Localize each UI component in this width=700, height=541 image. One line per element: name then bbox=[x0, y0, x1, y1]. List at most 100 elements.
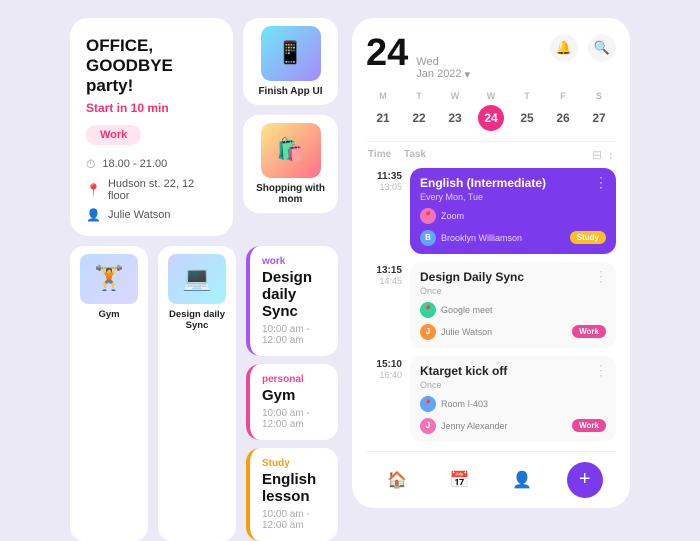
sched-start-1: 13:15 bbox=[376, 265, 402, 276]
app-ui-illus: 📱 bbox=[261, 26, 321, 81]
week-day-name-0: M bbox=[379, 91, 387, 101]
nav-calendar-btn[interactable]: 📅 bbox=[442, 462, 478, 498]
list-items: work Design daily Sync 10:00 am - 12:00 … bbox=[246, 246, 338, 541]
col-header-time: Time bbox=[368, 149, 404, 160]
sched-card-english[interactable]: ⋮ English (Intermediate) Every Mon, Tue … bbox=[410, 168, 616, 254]
side-card-finish-label: Finish App UI bbox=[258, 86, 322, 97]
person-avatar-1: J bbox=[420, 324, 436, 340]
sched-times-1: 13:15 14:45 bbox=[366, 262, 402, 286]
sched-row-design: 13:15 14:45 ⋮ Design Daily Sync Once 📍 G… bbox=[366, 262, 616, 348]
sched-end-0: 13:05 bbox=[379, 182, 402, 192]
sched-meta-person-left-0: B Brooklyn Williamson bbox=[420, 230, 522, 246]
week-day-23[interactable]: W 23 bbox=[440, 91, 470, 131]
thumb-design-sync[interactable]: 💻 Design daily Sync bbox=[158, 246, 236, 541]
sched-card-ktarget[interactable]: ⋮ Ktarget kick off Once 📍 Room I-403 J J… bbox=[410, 356, 616, 442]
event-time-row: ⏱ 18.00 - 21.00 bbox=[86, 157, 217, 172]
week-day-25[interactable]: T 25 bbox=[512, 91, 542, 131]
side-card-finish-app[interactable]: 📱 Finish App UI bbox=[243, 18, 338, 105]
list-card-gym[interactable]: personal Gym 10:00 am - 12:00 am bbox=[246, 364, 338, 440]
sched-meta-left-1: 📍 Google meet bbox=[420, 302, 493, 318]
thumb-gym-label: Gym bbox=[98, 309, 119, 320]
sched-person-0: Brooklyn Williamson bbox=[441, 233, 522, 243]
week-day-num-0: 21 bbox=[370, 105, 396, 131]
week-strip: M 21 T 22 W 23 W 24 T 25 F 26 S 27 bbox=[366, 91, 616, 131]
sort-icon[interactable]: ↕ bbox=[608, 148, 614, 162]
filter-icon[interactable]: ⊟ bbox=[592, 148, 602, 162]
sched-end-1: 14:45 bbox=[379, 276, 402, 286]
person-icon: 👤 bbox=[86, 208, 101, 222]
person-avatar-2: J bbox=[420, 418, 436, 434]
badge-study-0: Study bbox=[570, 231, 606, 244]
sched-meta-person-left-2: J Jenny Alexander bbox=[420, 418, 508, 434]
badge-work-1: Work bbox=[572, 325, 606, 338]
sched-person-2: Jenny Alexander bbox=[441, 421, 508, 431]
week-day-name-3: W bbox=[487, 91, 496, 101]
day-number: 24 bbox=[366, 34, 408, 72]
week-day-name-5: F bbox=[560, 91, 566, 101]
sched-meta-left-0: 📍 Zoom bbox=[420, 208, 464, 224]
week-day-24[interactable]: W 24 bbox=[476, 91, 506, 131]
sched-location-0: Zoom bbox=[441, 211, 464, 221]
chevron-down-icon: ▾ bbox=[465, 68, 471, 81]
thumb-gym[interactable]: 🏋️ Gym bbox=[70, 246, 148, 541]
more-btn-0[interactable]: ⋮ bbox=[594, 174, 608, 191]
column-headers: Time Task ⊟ ↕ bbox=[366, 148, 616, 168]
main-event-card[interactable]: OFFICE, GOODBYE party! Start in 10 min W… bbox=[70, 18, 233, 236]
sched-title-2: Ktarget kick off bbox=[420, 364, 606, 378]
side-cards: 📱 Finish App UI 🛍️ Shopping with mom bbox=[243, 18, 338, 236]
schedule-list: 11:35 13:05 ⋮ English (Intermediate) Eve… bbox=[366, 168, 616, 442]
sched-meta-left-2: 📍 Room I-403 bbox=[420, 396, 488, 412]
week-day-num-5: 26 bbox=[550, 105, 576, 131]
finish-app-image: 📱 bbox=[261, 26, 321, 81]
week-day-27[interactable]: S 27 bbox=[584, 91, 614, 131]
col-header-icons: ⊟ ↕ bbox=[592, 148, 614, 162]
sched-row-english: 11:35 13:05 ⋮ English (Intermediate) Eve… bbox=[366, 168, 616, 254]
sched-start-2: 15:10 bbox=[376, 359, 402, 370]
side-card-shopping[interactable]: 🛍️ Shopping with mom bbox=[243, 115, 338, 213]
sched-meta-0: 📍 Zoom bbox=[420, 208, 606, 224]
search-icon-btn[interactable]: 🔍 bbox=[588, 34, 616, 62]
more-btn-1[interactable]: ⋮ bbox=[594, 268, 608, 285]
week-day-num-2: 23 bbox=[442, 105, 468, 131]
event-location: Hudson st. 22, 12 floor bbox=[108, 178, 217, 202]
header-icons: 🔔 🔍 bbox=[550, 34, 616, 62]
right-panel: 24 Wed Jan 2022 ▾ 🔔 🔍 M 21 T 22 W 23 bbox=[352, 18, 630, 508]
list-cat-2: Study bbox=[262, 458, 326, 469]
side-card-shopping-label: Shopping with mom bbox=[251, 183, 330, 205]
sched-person-1: Julie Watson bbox=[441, 327, 492, 337]
sched-location-1: Google meet bbox=[441, 305, 493, 315]
more-btn-2[interactable]: ⋮ bbox=[594, 362, 608, 379]
week-day-name-6: S bbox=[596, 91, 602, 101]
week-day-26[interactable]: F 26 bbox=[548, 91, 578, 131]
list-cat-0: work bbox=[262, 256, 326, 267]
week-day-num-6: 27 bbox=[586, 105, 612, 131]
week-day-name-2: W bbox=[451, 91, 460, 101]
week-day-21[interactable]: M 21 bbox=[368, 91, 398, 131]
event-person-row: 👤 Julie Watson bbox=[86, 208, 217, 222]
day-info: Wed Jan 2022 ▾ bbox=[416, 56, 470, 81]
list-time-0: 10:00 am - 12:00 am bbox=[262, 324, 326, 346]
event-subtitle: Start in 10 min bbox=[86, 101, 217, 115]
list-card-english[interactable]: Study English lesson 10:00 am - 12:00 am bbox=[246, 448, 338, 541]
date-block: 24 Wed Jan 2022 ▾ bbox=[366, 34, 470, 81]
week-day-num-4: 25 bbox=[514, 105, 540, 131]
nav-home-btn[interactable]: 🏠 bbox=[379, 462, 415, 498]
design-illus: 💻 bbox=[168, 254, 226, 304]
list-time-2: 10:00 am - 12:00 am bbox=[262, 509, 326, 531]
nav-profile-btn[interactable]: 👤 bbox=[504, 462, 540, 498]
list-cat-1: personal bbox=[262, 374, 326, 385]
list-card-design-sync[interactable]: work Design daily Sync 10:00 am - 12:00 … bbox=[246, 246, 338, 356]
notification-icon-btn[interactable]: 🔔 bbox=[550, 34, 578, 62]
sched-sub-2: Once bbox=[420, 380, 606, 390]
left-panel: OFFICE, GOODBYE party! Start in 10 min W… bbox=[70, 18, 338, 508]
col-header-task: Task bbox=[404, 149, 592, 160]
avatar-1: 📍 bbox=[420, 302, 436, 318]
design-sync-image: 💻 bbox=[168, 254, 226, 304]
sched-location-2: Room I-403 bbox=[441, 399, 488, 409]
week-day-22[interactable]: T 22 bbox=[404, 91, 434, 131]
event-time: 18.00 - 21.00 bbox=[102, 158, 167, 170]
sched-card-design[interactable]: ⋮ Design Daily Sync Once 📍 Google meet J… bbox=[410, 262, 616, 348]
nav-add-btn[interactable]: + bbox=[567, 462, 603, 498]
event-meta: ⏱ 18.00 - 21.00 📍 Hudson st. 22, 12 floo… bbox=[86, 157, 217, 222]
week-day-name-1: T bbox=[416, 91, 422, 101]
